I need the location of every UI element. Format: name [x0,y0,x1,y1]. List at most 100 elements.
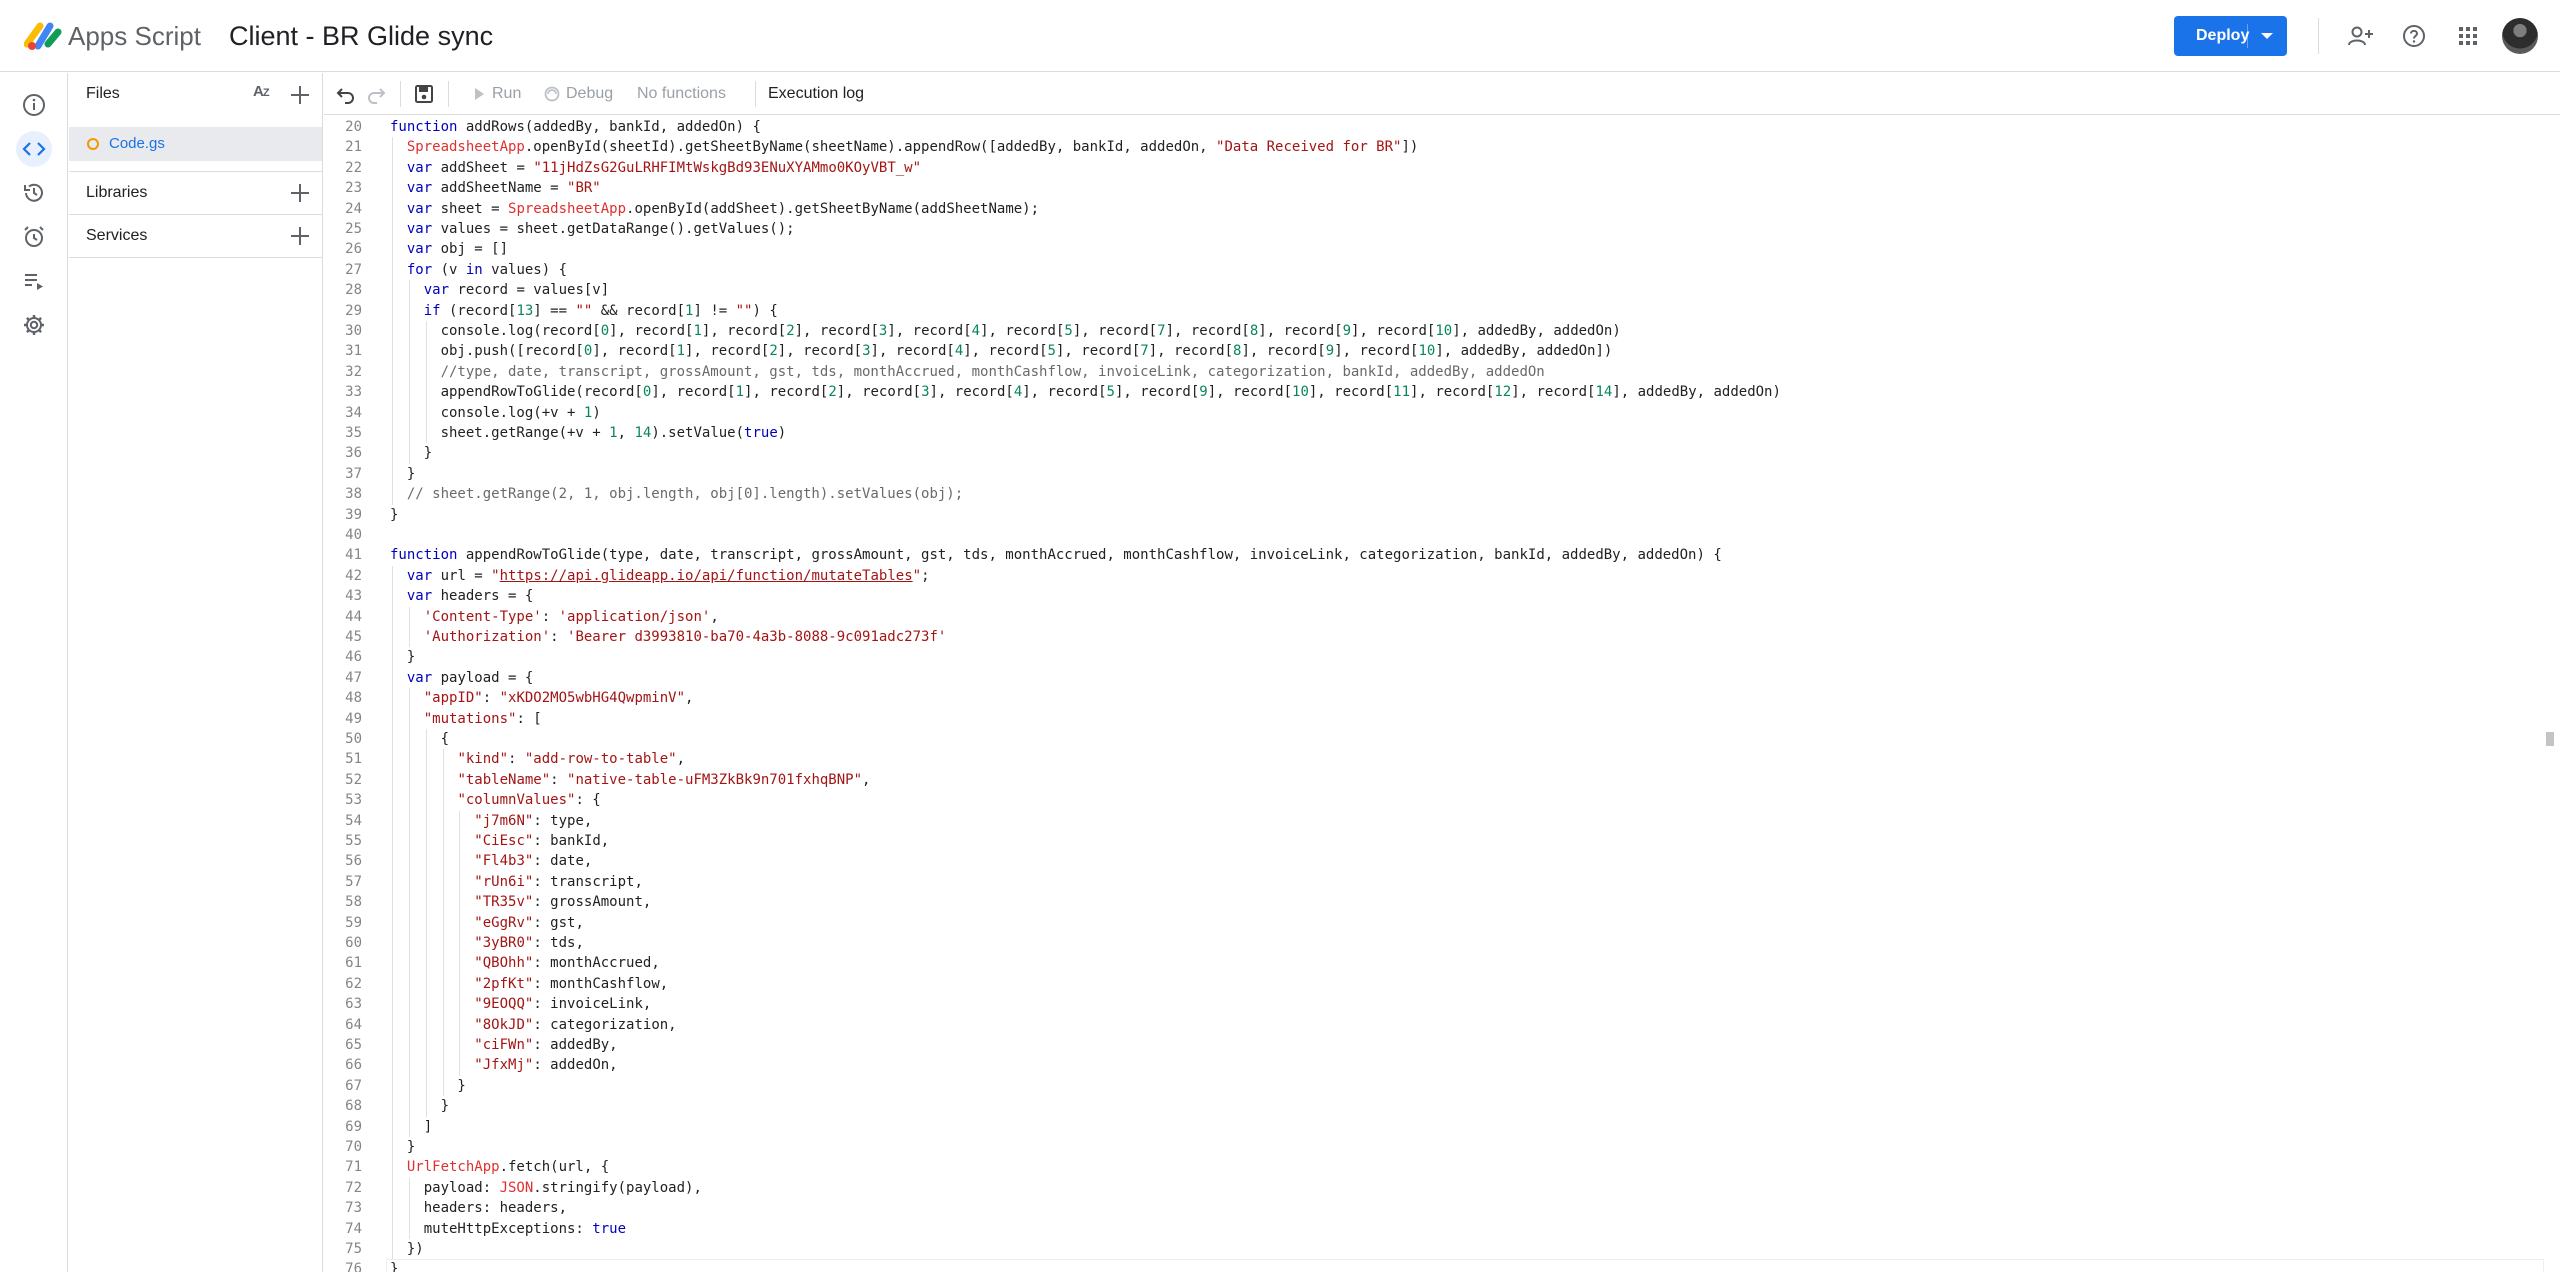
code-line[interactable]: 65 "ciFWn": addedBy, [324,1035,2544,1055]
project-title[interactable]: Client - BR Glide sync [229,20,493,52]
account-avatar[interactable] [2502,18,2538,54]
code-line[interactable]: 73 headers: headers, [324,1198,2544,1218]
code-line[interactable]: 22 var addSheet = "11jHdZsG2GuLRHFIMtWsk… [324,158,2544,178]
code-line[interactable]: 26 var obj = [] [324,239,2544,259]
editor-icon[interactable] [16,131,52,167]
code-line[interactable]: 69 ] [324,1117,2544,1137]
code-line[interactable]: 44 'Content-Type': 'application/json', [324,607,2544,627]
code-line[interactable]: 37 } [324,464,2544,484]
code-line[interactable]: 51 "kind": "add-row-to-table", [324,749,2544,769]
code-text: "appID": "xKDO2MO5wbHG4QwpminV", [423,690,694,707]
code-line[interactable]: 34 console.log(+v + 1) [324,403,2544,423]
code-line[interactable]: 23 var addSheetName = "BR" [324,178,2544,198]
code-line[interactable]: 61 "QBOhh": monthAccrued, [324,953,2544,973]
indent-guide [459,994,461,1015]
code-line[interactable]: 62 "2pfKt": monthCashflow, [324,974,2544,994]
code-line[interactable]: 56 "Fl4b3": date, [324,851,2544,871]
function-select[interactable]: No functions [637,73,726,115]
add-file-plus-icon[interactable] [288,83,312,107]
apps-grid-icon[interactable] [2452,20,2484,52]
code-line[interactable]: 54 "j7m6N": type, [324,811,2544,831]
file-item-code-gs[interactable]: Code.gs [69,127,322,161]
settings-icon[interactable] [16,307,52,343]
code-line[interactable]: 49 "mutations": [ [324,709,2544,729]
code-line[interactable]: 52 "tableName": "native-table-uFM3ZkBk9n… [324,770,2544,790]
code-line[interactable]: 43 var headers = { [324,586,2544,606]
code-line[interactable]: 41 function appendRowToGlide(type, date, … [324,545,2544,565]
code-line[interactable]: 32 //type, date, transcript, grossAmount… [324,362,2544,382]
indent-guide [408,321,410,342]
redo-icon[interactable] [366,73,386,115]
code-line[interactable]: 31 obj.push([record[0], record[1], recor… [324,341,2544,361]
editor-scrollbar[interactable] [2546,732,2554,746]
code-line[interactable]: 33 appendRowToGlide(record[0], record[1]… [324,382,2544,402]
code-line[interactable]: 29 if (record[13] == "" && record[1] != … [324,301,2544,321]
code-line[interactable]: 45 'Authorization': 'Bearer d3993810-ba7… [324,627,2544,647]
add-service-plus-icon[interactable] [288,224,312,248]
code-line[interactable]: 36 } [324,443,2544,463]
code-line[interactable]: 21 SpreadsheetApp.openById(sheetId).getS… [324,137,2544,157]
indent-guide [425,1075,427,1097]
triggers-history-icon[interactable] [16,175,52,211]
code-line[interactable]: 67 } [324,1076,2544,1096]
code-line[interactable]: 24 var sheet = SpreadsheetApp.openById(a… [324,199,2544,219]
code-line[interactable]: 46 } [324,647,2544,667]
help-icon[interactable] [2398,20,2430,52]
code-line[interactable]: 74 muteHttpExceptions: true [324,1219,2544,1239]
indent-guide [392,178,393,199]
overview-icon[interactable] [16,87,52,123]
indent-guide [442,749,444,770]
indent-guide [392,729,393,750]
code-line[interactable]: 42 var url = "https://api.glideapp.io/ap… [324,566,2544,586]
indent-guide [425,361,427,383]
chevron-down-icon[interactable] [2261,33,2273,39]
code-line[interactable]: 28 var record = values[v] [324,280,2544,300]
executions-icon[interactable] [16,263,52,299]
code-line[interactable]: 66 "JfxMj": addedOn, [324,1055,2544,1075]
code-line[interactable]: 75 }) [324,1239,2544,1259]
deploy-button[interactable]: Deploy [2174,16,2287,56]
code-line[interactable]: 38 // sheet.getRange(2, 1, obj.length, o… [324,484,2544,504]
share-person-add-icon[interactable] [2345,20,2377,52]
libraries-label[interactable]: Libraries [86,184,147,202]
code-line[interactable]: 57 "rUn6i": transcript, [324,872,2544,892]
code-line[interactable]: 63 "9EOQQ": invoiceLink, [324,994,2544,1014]
indent-guide [408,280,410,301]
triggers-icon[interactable] [16,219,52,255]
code-line[interactable]: 70 } [324,1137,2544,1157]
indent-guide [408,1096,410,1117]
code-line[interactable]: 58 "TR35v": grossAmount, [324,892,2544,912]
code-line[interactable]: 25 var values = sheet.getDataRange().get… [324,219,2544,239]
sort-az-icon[interactable]: AZ [253,83,270,100]
code-editor[interactable]: 20 function addRows(addedBy, bankId, adde… [324,116,2560,1272]
indent-guide [392,402,393,423]
execution-log-button[interactable]: Execution log [768,73,864,115]
services-label[interactable]: Services [86,227,147,245]
code-line[interactable]: 48 "appID": "xKDO2MO5wbHG4QwpminV", [324,688,2544,708]
code-line[interactable]: 35 sheet.getRange(+v + 1, 14).setValue(t… [324,423,2544,443]
code-line[interactable]: 20 function addRows(addedBy, bankId, adde… [324,117,2544,137]
run-button[interactable]: Run [472,73,521,115]
code-line[interactable]: 47 var payload = { [324,668,2544,688]
line-number: 42 [345,567,362,584]
code-line[interactable]: 55 "CiEsc": bankId, [324,831,2544,851]
code-line[interactable]: 50 { [324,729,2544,749]
code-line[interactable]: 68 } [324,1096,2544,1116]
code-line[interactable]: 60 "3yBR0": tds, [324,933,2544,953]
code-line[interactable]: 27 for (v in values) { [324,260,2544,280]
code-line[interactable]: 59 "eGgRv": gst, [324,913,2544,933]
code-line[interactable]: 39} [324,505,2544,525]
debug-button[interactable]: Debug [544,73,613,115]
code-line[interactable]: 64 "8OkJD": categorization, [324,1015,2544,1035]
code-line[interactable]: 72 payload: JSON.stringify(payload), [324,1178,2544,1198]
code-line[interactable]: 40 [324,525,2544,545]
toolbar-divider [755,81,756,107]
code-line[interactable]: 71 UrlFetchApp.fetch(url, { [324,1157,2544,1177]
apps-script-logo-icon[interactable] [24,18,62,52]
undo-icon[interactable] [336,73,356,115]
code-line[interactable]: 53 "columnValues": { [324,790,2544,810]
add-library-plus-icon[interactable] [288,181,312,205]
code-line[interactable]: 30 console.log(record[0], record[1], rec… [324,321,2544,341]
save-icon[interactable] [414,73,434,115]
product-name[interactable]: Apps Script [68,20,201,52]
